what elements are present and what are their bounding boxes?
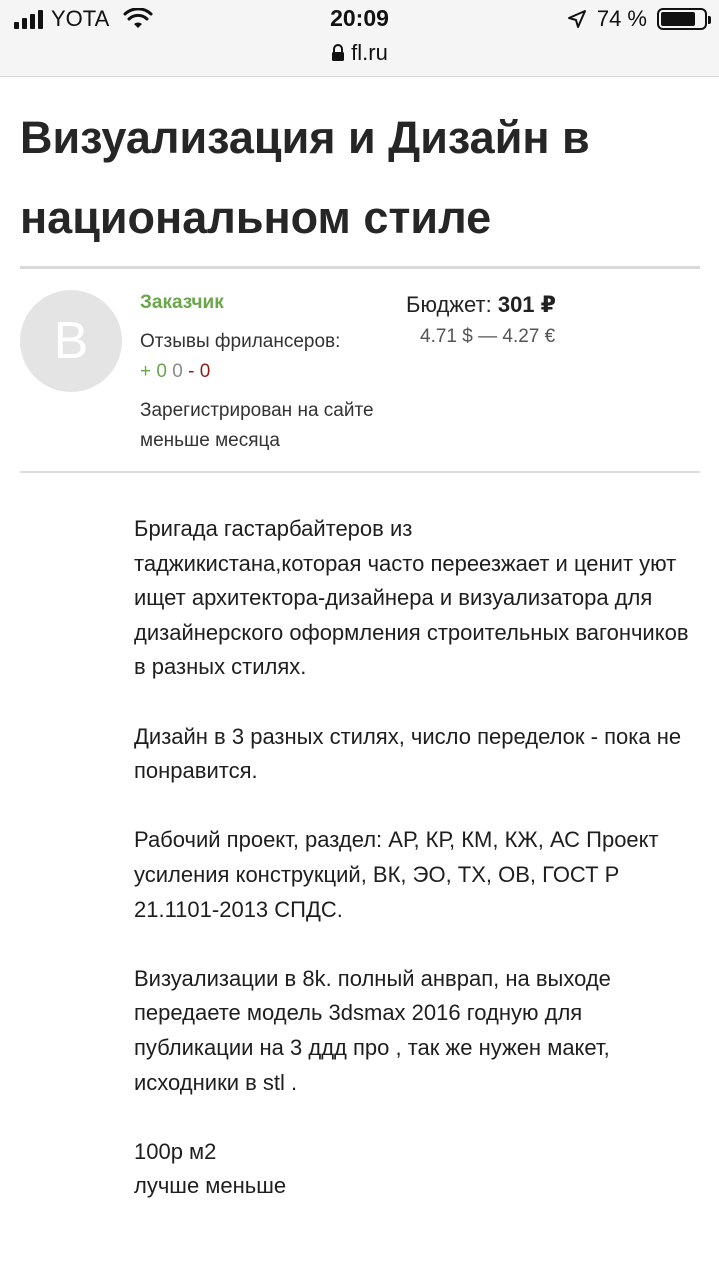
location-arrow-icon [567, 10, 586, 28]
project-description: Бригада гастарбайтеров из таджикистана,к… [134, 512, 704, 1238]
description-paragraph: 100р м2 лучше меньше [134, 1138, 287, 1199]
status-bar: YOTA 20:09 74 % fl.ru [0, 0, 719, 77]
lock-icon [332, 44, 345, 61]
divider [20, 266, 700, 269]
registration-info: Зарегистрирован на сайте меньше месяца [140, 400, 374, 451]
avatar[interactable]: B [20, 290, 122, 392]
reviews-counts[interactable]: + 0 0 - 0 [140, 361, 210, 383]
reviews-neutral: 0 [172, 361, 183, 382]
budget-converted: 4.71 $ — 4.27 € [420, 326, 556, 347]
budget: Бюджет: 301 ₽ [406, 292, 556, 318]
client-role-link[interactable]: Заказчик [140, 292, 224, 314]
divider [20, 471, 700, 473]
budget-label: Бюджет: [406, 292, 492, 317]
battery-percent: 74 % [596, 6, 647, 31]
reviews-negative: - 0 [188, 361, 211, 382]
address-bar[interactable]: fl.ru [0, 40, 719, 66]
description-paragraph: Бригада гастарбайтеров из таджикистана,к… [134, 516, 689, 680]
description-paragraph: Дизайн в 3 разных стилях, число передело… [134, 723, 682, 784]
url-text: fl.ru [351, 40, 388, 65]
status-right: 74 % [567, 6, 711, 32]
battery-icon [657, 8, 711, 30]
reviews-positive: + 0 [140, 361, 167, 382]
reviews-label: Отзывы фрилансеров: [140, 331, 341, 352]
page-title: Визуализация и Дизайн в национальном сти… [20, 112, 590, 243]
description-paragraph: Рабочий проект, раздел: АР, КР, КМ, КЖ, … [134, 827, 659, 922]
budget-value: 301 ₽ [497, 292, 556, 317]
description-paragraph: Визуализации в 8k. полный анврап, на вых… [134, 965, 611, 1095]
